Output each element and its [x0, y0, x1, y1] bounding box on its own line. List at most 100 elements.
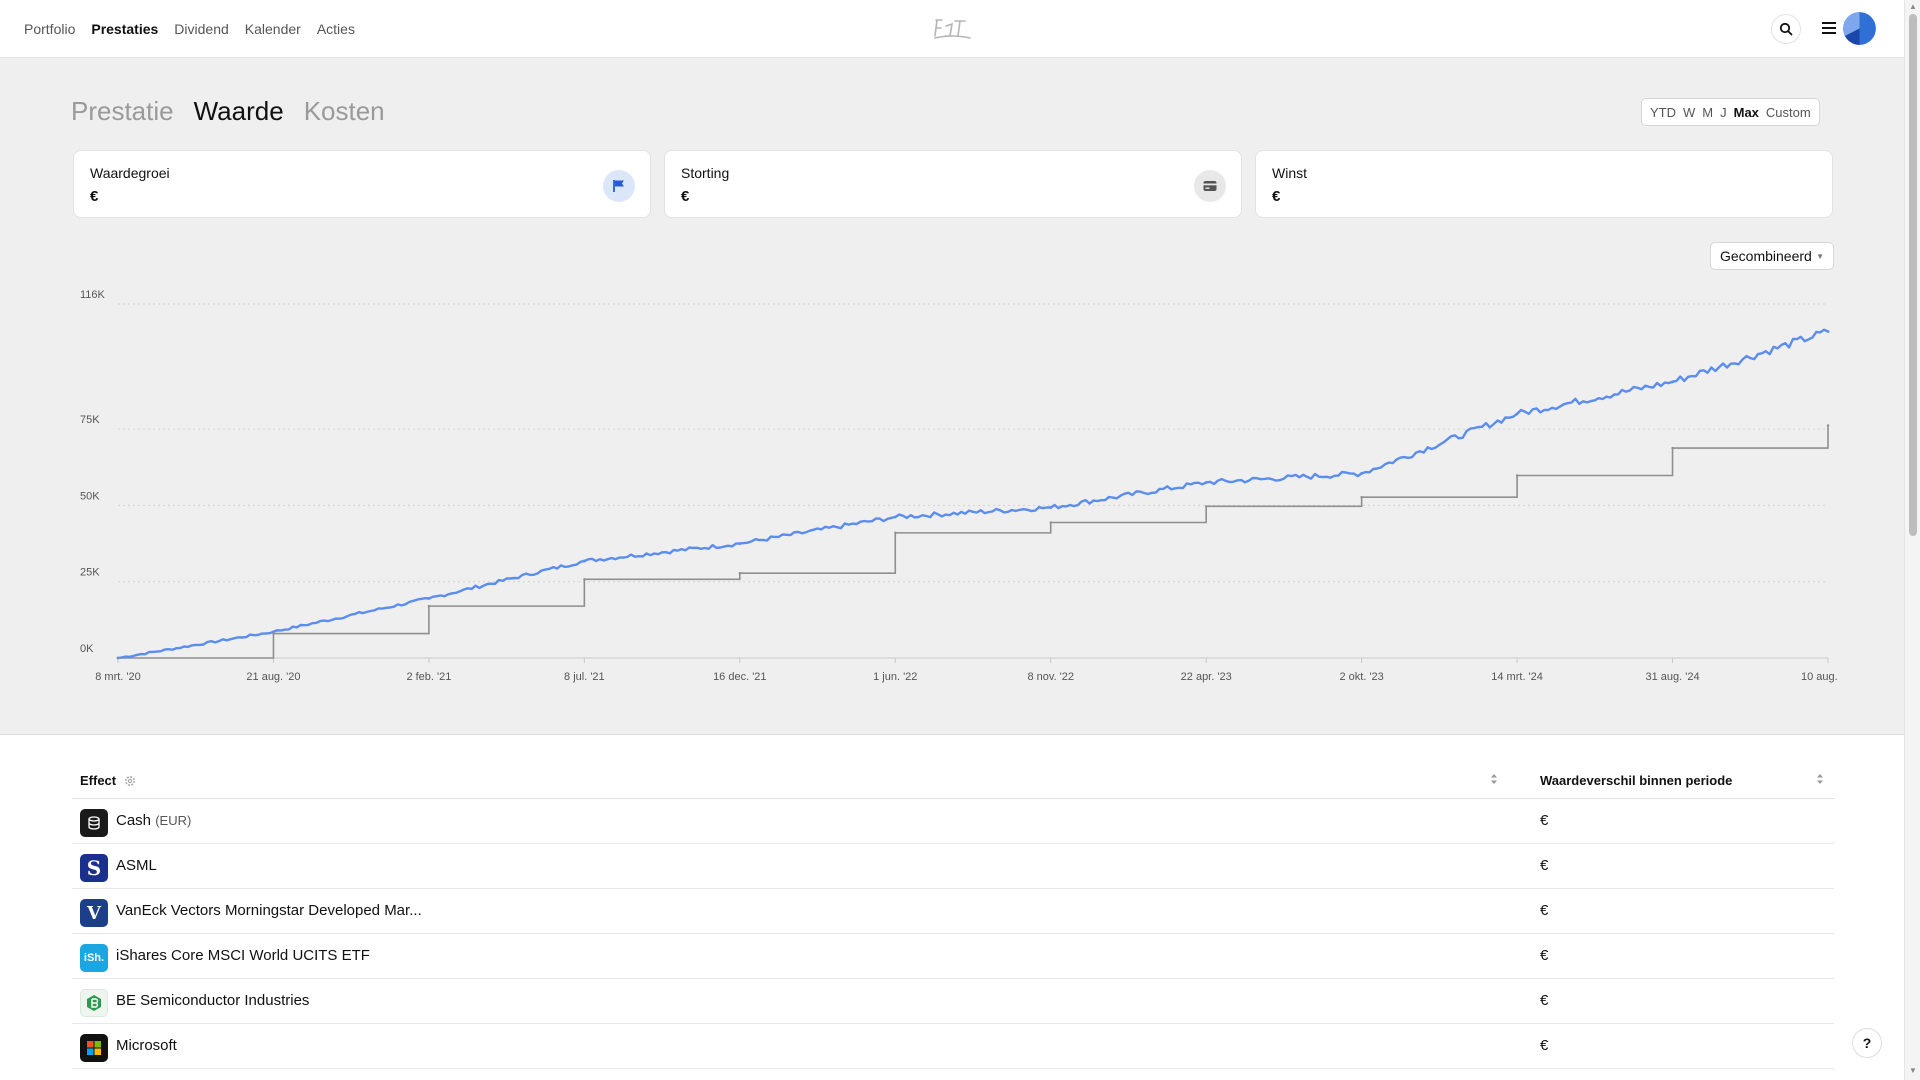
deposit-point	[1204, 505, 1208, 508]
card-label: Storting	[681, 165, 730, 181]
effect-name: VanEck Vectors Morningstar Developed Mar…	[116, 902, 422, 919]
table-row[interactable]: iSh. iShares Core MSCI World UCITS ETF €	[72, 934, 1834, 979]
tab-waarde[interactable]: Waarde	[194, 96, 284, 127]
nav-item-dividend[interactable]: Dividend	[174, 21, 228, 37]
card-badge	[1194, 170, 1226, 202]
nav-item-portfolio[interactable]: Portfolio	[24, 21, 75, 37]
deposit-point	[116, 656, 120, 660]
x-tick-label: 10 aug. '25	[1801, 671, 1840, 683]
value-chart-svg: 0K 25K 50K 75K 116K 8 mrt. '20 21 aug. '20 2 fe…	[80, 289, 1855, 683]
chart-mode-select[interactable]: Gecombineerd ▼	[1710, 242, 1834, 270]
deposit-point	[427, 604, 431, 608]
deposit-point	[1671, 446, 1674, 450]
table-row[interactable]: V VanEck Vectors Morningstar Developed M…	[72, 889, 1834, 934]
deposit-point	[583, 578, 586, 581]
card-value: €	[90, 188, 99, 205]
card-badge	[603, 170, 635, 202]
page-scrollbar[interactable]: ▲ ▼	[1904, 0, 1920, 1080]
sort-icon[interactable]	[1816, 773, 1824, 788]
holdings-section: Effect Waardeverschil binnen periode Cas…	[0, 735, 1904, 1080]
deposit-point	[1515, 474, 1519, 477]
scroll-up-arrow-icon[interactable]: ▲	[1909, 2, 1917, 11]
header-effect[interactable]: Effect	[80, 773, 136, 788]
page-tabs: Prestatie Waarde Kosten	[71, 96, 385, 127]
nav-item-acties[interactable]: Acties	[317, 21, 355, 37]
y-tick-label: 0K	[80, 643, 94, 655]
period-max[interactable]: Max	[1734, 105, 1759, 120]
value-diff: €	[1540, 947, 1549, 964]
value-point	[1204, 481, 1208, 484]
main-nav: Portfolio Prestaties Dividend Kalender A…	[24, 0, 355, 58]
period-custom[interactable]: Custom	[1766, 105, 1811, 120]
currency-suffix: (EUR)	[155, 813, 192, 828]
tab-prestatie[interactable]: Prestatie	[71, 96, 174, 127]
x-tick-label: 22 apr. '23	[1181, 671, 1232, 683]
card-storting: Storting €	[664, 150, 1242, 218]
value-point	[1826, 330, 1830, 333]
period-ytd[interactable]: YTD	[1650, 105, 1676, 120]
sort-icon[interactable]	[1490, 773, 1498, 788]
value-point	[738, 542, 742, 545]
card-waardegroei: Waardegroei €	[73, 150, 651, 218]
nav-item-kalender[interactable]: Kalender	[245, 21, 301, 37]
top-navigation-bar: Portfolio Prestaties Dividend Kalender A…	[0, 0, 1904, 58]
value-diff: €	[1540, 812, 1549, 829]
deposit-point	[1360, 495, 1363, 499]
gear-icon[interactable]	[124, 775, 136, 787]
holdings-table: Effect Waardeverschil binnen periode Cas…	[72, 765, 1834, 1069]
table-row[interactable]: Microsoft €	[72, 1024, 1834, 1069]
card-winst: Winst €	[1255, 150, 1833, 218]
hamburger-menu-icon	[1822, 22, 1836, 34]
effect-name: ASML	[116, 857, 157, 874]
scroll-thumb[interactable]	[1909, 14, 1917, 536]
y-tick-label: 75K	[80, 414, 100, 426]
card-label: Winst	[1272, 165, 1307, 181]
besi-logo-icon	[80, 989, 108, 1017]
user-avatar[interactable]	[1843, 12, 1876, 45]
microsoft-logo-icon	[80, 1034, 108, 1062]
menu-button[interactable]	[1818, 17, 1840, 39]
asml-logo-icon: S	[80, 854, 108, 882]
value-point	[427, 597, 431, 600]
effect-name: Microsoft	[116, 1037, 177, 1054]
x-tick-label: 8 nov. '22	[1027, 671, 1074, 683]
period-m[interactable]: M	[1702, 105, 1713, 120]
period-j[interactable]: J	[1720, 105, 1727, 120]
app-logo-icon[interactable]	[932, 16, 974, 42]
y-tick-label: 25K	[80, 567, 100, 579]
effect-name-text: Cash	[116, 812, 152, 829]
x-tick-label: 8 mrt. '20	[95, 671, 141, 683]
nav-item-prestaties[interactable]: Prestaties	[91, 21, 158, 37]
value-point	[1360, 471, 1364, 475]
x-tick-label: 2 okt. '23	[1339, 671, 1383, 683]
x-tick-label: 21 aug. '20	[246, 671, 300, 683]
x-tick-label: 1 jun. '22	[873, 671, 917, 683]
deposit-point	[738, 571, 742, 575]
table-row[interactable]: Cash (EUR) €	[72, 799, 1834, 844]
chevron-down-icon: ▼	[1816, 251, 1824, 261]
table-row[interactable]: BE Semiconductor Industries €	[72, 979, 1834, 1024]
value-point	[1671, 380, 1674, 384]
scroll-down-arrow-icon[interactable]: ▼	[1909, 1066, 1917, 1075]
vaneck-logo-icon: V	[80, 899, 108, 927]
effect-name: iShares Core MSCI World UCITS ETF	[116, 947, 370, 964]
x-tick-label: 8 jul. '21	[564, 671, 605, 683]
period-w[interactable]: W	[1683, 105, 1695, 120]
card-label: Waardegroei	[90, 165, 170, 181]
x-tick-label: 2 feb. '21	[406, 671, 451, 683]
y-tick-label: 50K	[80, 490, 100, 502]
y-tick-label: 116K	[80, 290, 106, 301]
search-icon	[1779, 22, 1793, 36]
deposit-point	[1826, 424, 1830, 427]
header-value-diff[interactable]: Waardeverschil binnen periode	[1540, 773, 1732, 788]
tab-kosten[interactable]: Kosten	[304, 96, 385, 127]
value-diff: €	[1540, 992, 1549, 1009]
help-button[interactable]: ?	[1852, 1028, 1882, 1058]
search-button[interactable]	[1771, 14, 1801, 44]
table-row[interactable]: S ASML €	[72, 844, 1834, 889]
series-line-deposits	[118, 425, 1829, 659]
value-point	[582, 559, 586, 563]
deposit-point	[894, 531, 897, 535]
ishares-logo-icon: iSh.	[80, 944, 108, 972]
value-chart[interactable]: 0K 25K 50K 75K 116K 8 mrt. '20 21 aug. '20 2 fe…	[70, 289, 1855, 690]
